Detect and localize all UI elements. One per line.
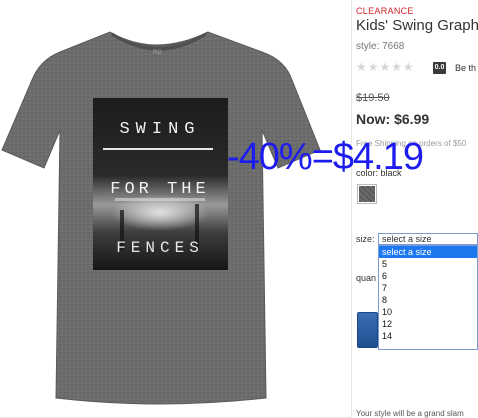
size-label: size: <box>356 234 375 244</box>
sale-price: Now: $6.99 <box>356 111 430 127</box>
add-to-bag-button[interactable] <box>357 312 378 348</box>
swatch-fill <box>359 186 375 202</box>
size-option[interactable]: 5 <box>379 258 477 270</box>
product-title: Kids' Swing Graph <box>356 17 478 34</box>
product-image-area: RG SWING FOR THE FENCES <box>0 0 352 418</box>
style-number: style: 7668 <box>356 41 405 52</box>
size-option[interactable]: 10 <box>379 306 477 318</box>
size-option[interactable]: 8 <box>379 294 477 306</box>
size-option[interactable]: select a size <box>379 246 477 258</box>
color-swatch-black[interactable] <box>357 184 377 204</box>
star-rating[interactable]: ★★★★★ <box>356 60 415 74</box>
write-review-link[interactable]: Be th <box>455 63 476 73</box>
quantity-label: quan <box>356 273 377 283</box>
size-option[interactable]: 12 <box>379 318 477 330</box>
rating-score-badge: 0.0 <box>433 62 446 74</box>
clearance-badge: CLEARANCE <box>356 6 414 16</box>
size-option[interactable]: 6 <box>379 270 477 282</box>
tshirt-image[interactable]: RG SWING FOR THE FENCES <box>0 0 352 418</box>
size-option[interactable]: 14 <box>379 330 477 342</box>
size-select[interactable]: select a size <box>378 233 478 245</box>
size-dropdown-list: select a size 5 6 7 8 10 12 14 <box>378 245 478 350</box>
product-details: CLEARANCE Kids' Swing Graph style: 7668 … <box>356 0 478 418</box>
product-description-snippet: Your style will be a grand slam <box>356 409 464 418</box>
print-line-2: FOR THE <box>110 180 209 199</box>
original-price: $19.50 <box>356 92 390 104</box>
print-line-1: SWING <box>119 120 200 139</box>
print-line-3: FENCES <box>116 239 204 257</box>
discount-overlay-text: -40%=$4.19 <box>227 136 424 178</box>
svg-text:RG: RG <box>153 50 162 56</box>
size-option[interactable]: 7 <box>379 282 477 294</box>
